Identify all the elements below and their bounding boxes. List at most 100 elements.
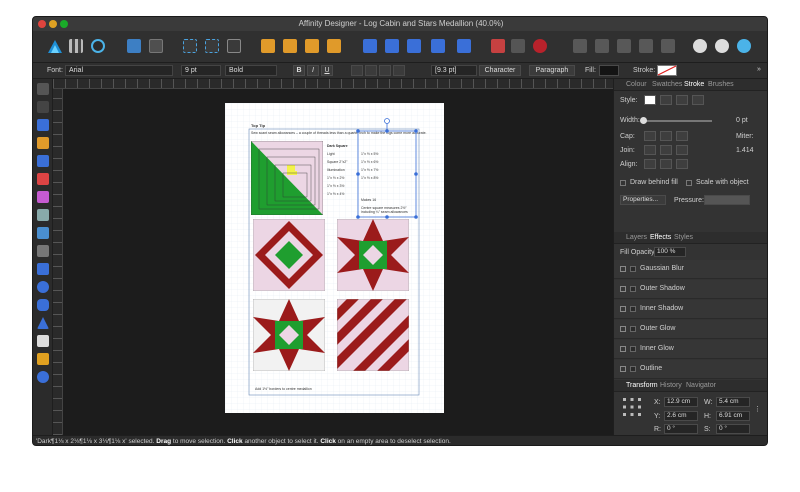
no-line-style-button[interactable] — [644, 95, 656, 105]
justify-button[interactable] — [393, 65, 405, 76]
effect-outer-shadow[interactable]: Outer Shadow — [614, 280, 767, 299]
artistic-text-tool-icon[interactable] — [37, 335, 49, 347]
minimize-window-button[interactable] — [49, 20, 57, 28]
node-tool-icon[interactable] — [37, 101, 49, 113]
effect-checkbox[interactable] — [630, 346, 636, 352]
effect-checkbox[interactable] — [630, 266, 636, 272]
scale-with-object-checkbox[interactable] — [686, 180, 692, 186]
pixel-persona-icon[interactable] — [69, 39, 83, 53]
medallion-block-tr[interactable] — [337, 219, 409, 291]
tab-styles[interactable]: Styles — [674, 234, 693, 241]
medallion-block-tl[interactable] — [253, 219, 325, 291]
line-spacing-field[interactable]: [9.3 pt] — [431, 65, 477, 76]
w-field[interactable]: 5.4 cm — [716, 397, 750, 407]
arrange-backward-button[interactable] — [283, 39, 297, 53]
x-field[interactable]: 12.9 cm — [664, 397, 698, 407]
place-image-tool-icon[interactable] — [37, 227, 49, 239]
arrange-forward-button[interactable] — [305, 39, 319, 53]
tab-stroke[interactable]: Stroke — [684, 81, 704, 88]
document-canvas[interactable]: Top Tip Sew scant seam allowances – a co… — [63, 89, 613, 435]
zoom-tool-icon[interactable] — [37, 371, 49, 383]
fill-swatch[interactable] — [599, 65, 619, 76]
fill-tool-icon[interactable] — [37, 191, 49, 203]
flip-vertical-button[interactable] — [385, 39, 399, 53]
combine-button[interactable] — [715, 39, 729, 53]
arrange-front-button[interactable] — [327, 39, 341, 53]
snap-button[interactable] — [183, 39, 197, 53]
alignment-options-button[interactable] — [457, 39, 471, 53]
corner-tool-icon[interactable] — [37, 119, 49, 131]
effect-gaussian-blur[interactable]: Gaussian Blur — [614, 260, 767, 279]
pressure-graph[interactable] — [704, 195, 750, 205]
pencil-tool-icon[interactable] — [37, 155, 49, 167]
lock-ratio-icon[interactable]: ⋮ — [754, 405, 761, 413]
miter-value[interactable]: 1.414 — [736, 147, 754, 154]
solid-line-style-button[interactable] — [660, 95, 672, 105]
width-slider-handle[interactable] — [640, 117, 647, 124]
h-field[interactable]: 6.91 cm — [716, 411, 750, 421]
tab-colour[interactable]: Colour — [626, 81, 647, 88]
zoom-window-button[interactable] — [60, 20, 68, 28]
effect-checkbox[interactable] — [630, 366, 636, 372]
butt-cap-button[interactable] — [644, 131, 656, 141]
crop-tool-icon[interactable] — [37, 245, 49, 257]
pen-tool-icon[interactable] — [37, 137, 49, 149]
expand-icon[interactable] — [620, 266, 626, 272]
underline-button[interactable]: U — [321, 65, 333, 76]
round-join-button[interactable] — [660, 145, 672, 155]
effect-outer-glow[interactable]: Outer Glow — [614, 320, 767, 339]
tab-brushes[interactable]: Brushes — [708, 81, 734, 88]
geometry-button[interactable] — [693, 39, 707, 53]
paragraph-button[interactable]: Paragraph — [529, 65, 575, 76]
expand-icon[interactable] — [620, 286, 626, 292]
expand-icon[interactable] — [620, 326, 626, 332]
move-tool-icon[interactable] — [37, 83, 49, 95]
share-button[interactable] — [127, 39, 141, 53]
tab-effects[interactable]: Effects — [650, 234, 671, 241]
anchor-point-selector[interactable] — [622, 397, 642, 417]
tab-history[interactable]: History — [660, 382, 682, 389]
align-button[interactable] — [431, 39, 445, 53]
designer-persona-icon[interactable] — [47, 39, 63, 55]
rotate-button[interactable] — [407, 39, 421, 53]
triangle-tool-icon[interactable] — [37, 317, 49, 329]
bevel-join-button[interactable] — [676, 145, 688, 155]
effect-inner-shadow[interactable]: Inner Shadow — [614, 300, 767, 319]
width-slider[interactable] — [642, 120, 712, 122]
arrange-back-button[interactable] — [261, 39, 275, 53]
export-persona-icon[interactable] — [91, 39, 105, 53]
y-field[interactable]: 2.6 cm — [664, 411, 698, 421]
boolean-xor-button[interactable] — [639, 39, 653, 53]
miter-join-button[interactable] — [644, 145, 656, 155]
rounded-rectangle-tool-icon[interactable] — [37, 299, 49, 311]
effect-checkbox[interactable] — [630, 326, 636, 332]
rotation-field[interactable]: 0 ° — [664, 424, 698, 434]
square-cap-button[interactable] — [676, 131, 688, 141]
effect-outline[interactable]: Outline — [614, 360, 767, 379]
insert-before-button[interactable] — [511, 39, 525, 53]
log-cabin-diagram[interactable] — [251, 141, 323, 215]
boolean-add-button[interactable] — [573, 39, 587, 53]
document-page[interactable]: Top Tip Sew scant seam allowances – a co… — [225, 103, 444, 413]
align-right-button[interactable] — [379, 65, 391, 76]
bold-button[interactable]: B — [293, 65, 305, 76]
draw-behind-fill-checkbox[interactable] — [620, 180, 626, 186]
contour-button[interactable] — [737, 39, 751, 53]
italic-button[interactable]: I — [307, 65, 319, 76]
tab-swatches[interactable]: Swatches — [652, 81, 682, 88]
texture-line-style-button[interactable] — [692, 95, 704, 105]
stroke-swatch[interactable] — [657, 65, 677, 76]
fill-opacity-field[interactable]: 100 % — [654, 247, 686, 257]
round-cap-button[interactable] — [660, 131, 672, 141]
vector-brush-tool-icon[interactable] — [37, 173, 49, 185]
flip-horizontal-button[interactable] — [363, 39, 377, 53]
expand-icon[interactable] — [620, 366, 626, 372]
more-options-icon[interactable]: » — [757, 66, 761, 73]
properties-button[interactable]: Properties... — [620, 195, 666, 205]
boolean-intersect-button[interactable] — [617, 39, 631, 53]
align-inside-button[interactable] — [644, 159, 656, 169]
tab-navigator[interactable]: Navigator — [686, 382, 716, 389]
assistant-button[interactable] — [149, 39, 163, 53]
width-value[interactable]: 0 pt — [736, 117, 748, 124]
align-outside-button[interactable] — [676, 159, 688, 169]
